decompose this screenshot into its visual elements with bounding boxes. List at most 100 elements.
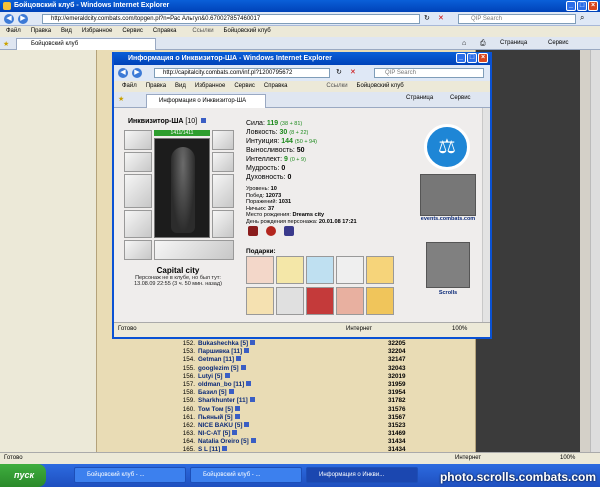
slot-armor[interactable] xyxy=(124,210,152,238)
info-icon[interactable] xyxy=(244,348,250,354)
player-name[interactable]: Базил [5] xyxy=(198,389,388,397)
popup-menu-help[interactable]: Справка xyxy=(264,83,288,90)
badge-icon[interactable] xyxy=(248,226,258,236)
print-icon[interactable]: ⎙ xyxy=(480,40,486,48)
slot-weapon[interactable] xyxy=(124,174,152,208)
slot-bracers[interactable] xyxy=(212,152,234,172)
favorites-star-icon[interactable]: ★ xyxy=(3,40,9,48)
slot-amulet[interactable] xyxy=(124,152,152,172)
events-link[interactable]: events.combats.com xyxy=(414,216,482,222)
links-item[interactable]: Бойцовский клуб xyxy=(224,28,271,35)
info-icon[interactable] xyxy=(228,389,234,395)
popup-menu-tools[interactable]: Сервис xyxy=(234,83,255,90)
info-icon[interactable] xyxy=(222,446,228,452)
tools-menu[interactable]: Сервис xyxy=(548,40,569,46)
player-name[interactable]: Sharkhunter [11] xyxy=(198,397,388,405)
info-icon[interactable] xyxy=(246,380,252,386)
gift-icon[interactable] xyxy=(276,287,304,315)
menu-favorites[interactable]: Избранное xyxy=(82,28,112,35)
info-icon[interactable] xyxy=(224,372,230,378)
popup-minimize-button[interactable]: _ xyxy=(456,53,466,63)
taskbar-item-2[interactable]: Бойцовский клуб - ... xyxy=(190,467,302,483)
popup-refresh-icon[interactable]: ↻ xyxy=(336,68,342,76)
player-name[interactable]: Том Том [5] xyxy=(198,405,388,414)
menu-view[interactable]: Вид xyxy=(61,28,72,35)
popup-tools-menu[interactable]: Сервис xyxy=(450,95,471,101)
info-icon[interactable] xyxy=(244,421,250,427)
player-name[interactable]: NI-C-AT [5] xyxy=(198,430,388,438)
tab-main[interactable]: Бойцовский клуб xyxy=(16,38,156,50)
slot-gloves[interactable] xyxy=(212,210,234,238)
gift-icon[interactable] xyxy=(366,287,394,315)
stop-icon[interactable]: ✕ xyxy=(438,14,444,22)
popup-page-menu[interactable]: Страница xyxy=(406,95,433,101)
events-logo-icon[interactable]: ⚖ xyxy=(424,124,470,170)
player-name[interactable]: Natalia Oreiro [5] xyxy=(198,438,388,446)
info-icon[interactable] xyxy=(240,364,246,370)
player-name[interactable]: Пьяный [5] xyxy=(198,413,388,422)
popup-search-input[interactable]: QIP Search xyxy=(374,68,484,78)
slot-rings[interactable] xyxy=(154,240,234,260)
menu-help[interactable]: Справка xyxy=(153,28,177,35)
player-name[interactable]: oldman_bo [11] xyxy=(198,380,388,389)
main-scrollbar[interactable] xyxy=(590,50,600,452)
gift-icon[interactable] xyxy=(306,256,334,284)
info-icon[interactable] xyxy=(236,356,242,362)
popup-tab[interactable]: Информация о Инквизитор-ША xyxy=(146,94,266,108)
back-icon[interactable]: ◀ xyxy=(4,14,14,24)
gift-icon[interactable] xyxy=(366,256,394,284)
slot-helmet[interactable] xyxy=(212,130,234,150)
player-name[interactable]: NICE BAKU [5] xyxy=(198,421,388,430)
slot-belt[interactable] xyxy=(124,240,152,260)
menu-file[interactable]: Файл xyxy=(6,28,21,35)
search-icon[interactable]: ⌕ xyxy=(580,13,584,23)
popup-menu-edit[interactable]: Правка xyxy=(146,83,166,90)
close-button[interactable]: × xyxy=(588,1,598,11)
maximize-button[interactable]: □ xyxy=(577,1,587,11)
gift-icon[interactable] xyxy=(246,256,274,284)
info-icon[interactable] xyxy=(234,405,240,411)
scrolls-emblem-icon[interactable] xyxy=(426,242,470,288)
taskbar-item-1[interactable]: Бойцовский клуб - ... xyxy=(74,467,186,483)
menu-edit[interactable]: Правка xyxy=(31,28,51,35)
popup-address-input[interactable]: http://capitalcity.combats.com/inf.pl?12… xyxy=(154,68,330,78)
popup-stop-icon[interactable]: ✕ xyxy=(350,68,356,76)
popup-links-item[interactable]: Бойцовский клуб xyxy=(357,83,404,90)
popup-maximize-button[interactable]: □ xyxy=(467,53,477,63)
slot-shield[interactable] xyxy=(212,174,234,208)
gift-icon[interactable] xyxy=(246,287,274,315)
popup-forward-icon[interactable]: ▶ xyxy=(132,68,142,78)
player-name[interactable]: Lutyi [5] xyxy=(198,372,388,381)
popup-favorites-star-icon[interactable]: ★ xyxy=(118,95,124,103)
forward-icon[interactable]: ▶ xyxy=(18,14,28,24)
slot-earrings[interactable] xyxy=(124,130,152,150)
badge-icon[interactable] xyxy=(266,226,276,236)
clan-emblem-icon[interactable] xyxy=(420,174,476,216)
address-input[interactable]: http://emeraldcity.combats.com/topgen.pl… xyxy=(42,14,420,24)
menu-tools[interactable]: Сервис xyxy=(122,28,143,35)
badge-icon[interactable] xyxy=(284,226,294,236)
character-avatar[interactable] xyxy=(154,138,210,238)
taskbar-item-3[interactable]: Информация о Инкви... xyxy=(306,467,418,483)
info-icon[interactable] xyxy=(250,340,256,345)
refresh-icon[interactable]: ↻ xyxy=(424,14,430,22)
popup-menu-view[interactable]: Вид xyxy=(175,83,186,90)
gift-icon[interactable] xyxy=(336,287,364,315)
info-icon[interactable] xyxy=(234,413,240,419)
minimize-button[interactable]: _ xyxy=(566,1,576,11)
player-name[interactable]: Bukashechka [5] xyxy=(198,340,388,348)
scrolls-link[interactable]: Scrolls xyxy=(414,290,482,296)
main-zoom[interactable]: 100% xyxy=(560,455,575,461)
popup-close-button[interactable]: × xyxy=(478,53,488,63)
character-name[interactable]: Инквизитор-ША [10] xyxy=(128,118,207,125)
popup-zoom[interactable]: 100% xyxy=(452,326,467,332)
gift-icon[interactable] xyxy=(276,256,304,284)
info-icon[interactable] xyxy=(250,438,256,444)
popup-menu-file[interactable]: Файл xyxy=(122,83,137,90)
player-name[interactable]: Паршивка [11] xyxy=(198,348,388,356)
search-input[interactable]: QIP Search xyxy=(458,14,576,24)
popup-menu-favorites[interactable]: Избранное xyxy=(195,83,225,90)
player-name[interactable]: Getman [11] xyxy=(198,356,388,364)
info-icon[interactable] xyxy=(201,118,207,123)
popup-back-icon[interactable]: ◀ xyxy=(118,68,128,78)
